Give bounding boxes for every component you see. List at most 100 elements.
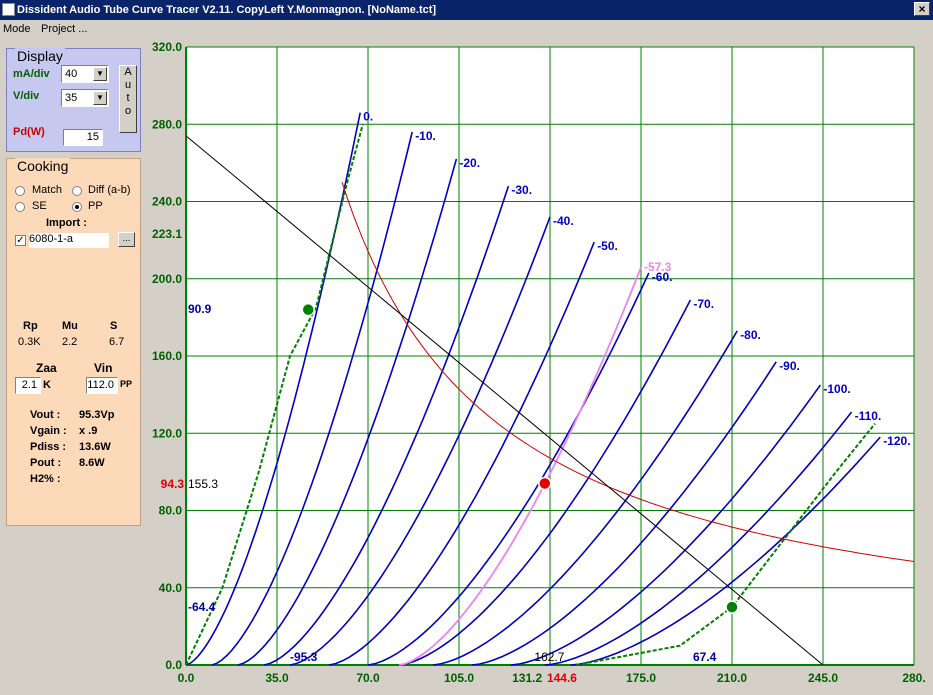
result-label: Vgain : — [30, 425, 67, 437]
auto-letter: t — [126, 92, 130, 104]
plot-area[interactable]: 0.0 40.0 80.0 120.0 160.0 200.0 223.1 240.0 280.… — [146, 38, 933, 692]
zaa-input[interactable]: 2.1 — [15, 377, 41, 394]
x-tick-label: 105.0 — [444, 671, 474, 685]
import-file[interactable]: 6080-1-a — [29, 233, 109, 248]
operating-point — [725, 600, 739, 614]
grid-curve-label: 0. — [363, 110, 373, 124]
y-tick-label: 223.1 — [152, 227, 182, 241]
import-checkbox[interactable]: ✓ — [15, 235, 26, 246]
ma-div-select[interactable]: 40 ▼ — [61, 65, 109, 83]
cooking-legend: Cooking — [15, 158, 71, 174]
s-value: 6.7 — [109, 336, 125, 348]
zaa-label: Zaa — [36, 361, 57, 375]
y-tick-label: 0.0 — [165, 658, 182, 672]
grid-curve-label: -20. — [459, 156, 480, 170]
y-tick-label: 120.0 — [152, 426, 182, 440]
radio-diff-label: Diff (a-b) — [88, 184, 131, 196]
vin-unit: PP — [120, 379, 133, 389]
result-label: Vout : — [30, 409, 61, 421]
auto-letter: A — [124, 66, 132, 78]
vin-label: Vin — [94, 361, 113, 375]
menu-mode[interactable]: Mode — [3, 23, 31, 35]
y-tick-label: 160.0 — [152, 349, 182, 363]
result-value: 13.6W — [79, 441, 111, 453]
highlight-curve-label: -57.3 — [644, 260, 672, 274]
y-tick-label: 40.0 — [159, 581, 183, 595]
annotation-label: 67.4 — [693, 650, 717, 664]
operating-point — [301, 302, 315, 317]
grid-curve-label: -40. — [553, 214, 574, 228]
annotation-label: 155.3 — [188, 477, 218, 491]
curve-chart[interactable]: 0.0 40.0 80.0 120.0 160.0 200.0 223.1 240.0 280.… — [146, 38, 933, 692]
cooking-panel: Cooking Match Diff (a-b) SE PP Import : … — [6, 158, 141, 526]
grid-curve-label: -120. — [883, 434, 910, 448]
close-button[interactable]: × — [914, 2, 930, 16]
left-panel: Display mA/div 40 ▼ V/div 35 ▼ A u t o P… — [0, 38, 146, 692]
radio-pp[interactable] — [72, 202, 82, 212]
annotation-label: -95.3 — [290, 650, 318, 664]
grid-curve-label: -70. — [693, 297, 714, 311]
browse-button[interactable]: ... — [118, 232, 135, 247]
chevron-down-icon[interactable]: ▼ — [93, 91, 107, 105]
y-tick-label: 200.0 — [152, 272, 182, 286]
grid-curve-label: -30. — [511, 183, 532, 197]
v-div-select[interactable]: 35 ▼ — [61, 89, 109, 107]
y-tick-label: 280.0 — [152, 117, 182, 131]
menu-project[interactable]: Project ... — [41, 23, 87, 35]
title-bar: Dissident Audio Tube Curve Tracer V2.11.… — [0, 0, 933, 20]
zaa-unit: K — [43, 379, 51, 391]
y-tick-label: 240.0 — [152, 195, 182, 209]
x-tick-label: 70.0 — [356, 671, 380, 685]
ma-div-value: 40 — [65, 68, 78, 80]
x-tick-label: 131.2 — [512, 671, 542, 685]
v-div-label: V/div — [13, 90, 40, 102]
radio-pp-label: PP — [88, 200, 103, 212]
result-label: H2% : — [30, 473, 61, 485]
display-panel: Display mA/div 40 ▼ V/div 35 ▼ A u t o P… — [6, 48, 141, 152]
result-value: 8.6W — [79, 457, 105, 469]
x-tick-label: 35.0 — [265, 671, 289, 685]
v-div-value: 35 — [65, 92, 78, 104]
auto-letter: o — [124, 105, 132, 117]
x-tick-label: 280. — [902, 671, 925, 685]
result-label: Pout : — [30, 457, 62, 469]
app-icon — [2, 3, 15, 16]
pd-input[interactable]: 15 — [63, 129, 103, 146]
x-tick-label: 245.0 — [808, 671, 838, 685]
annotation-label: 90.9 — [188, 302, 212, 316]
pd-label: Pd(W) — [13, 126, 45, 138]
y-tick-label: 80.0 — [159, 504, 183, 518]
grid-curve-label: -100. — [823, 382, 850, 396]
radio-se-label: SE — [32, 200, 47, 212]
menu-bar: Mode Project ... — [0, 20, 933, 38]
x-tick-label: 175.0 — [626, 671, 656, 685]
rp-value: 0.3K — [18, 336, 41, 348]
result-label: Pdiss : — [30, 441, 67, 453]
s-header: S — [110, 320, 118, 332]
mu-value: 2.2 — [62, 336, 78, 348]
chevron-down-icon[interactable]: ▼ — [93, 67, 107, 81]
rp-header: Rp — [23, 320, 38, 332]
auto-letter: u — [124, 79, 132, 91]
window-title: Dissident Audio Tube Curve Tracer V2.11.… — [17, 4, 437, 16]
y-tick-label: 320.0 — [152, 40, 182, 54]
grid-curve-label: -10. — [415, 129, 436, 143]
annotation-label: 94.3 — [161, 477, 185, 491]
x-tick-label: 210.0 — [717, 671, 747, 685]
auto-button[interactable]: A u t o — [119, 65, 137, 133]
result-value: x .9 — [79, 425, 98, 437]
operating-point — [538, 476, 552, 491]
grid-curve-label: -50. — [597, 239, 618, 253]
grid-curve-label: -80. — [740, 328, 761, 342]
radio-diff[interactable] — [72, 186, 82, 196]
radio-match-label: Match — [32, 184, 62, 196]
grid-curve-label: -110. — [855, 409, 882, 423]
vin-input[interactable]: 112.0 — [86, 377, 118, 394]
result-value: 95.3Vp — [79, 409, 115, 421]
radio-match[interactable] — [15, 186, 25, 196]
grid-curve-label: -90. — [779, 359, 800, 373]
display-legend: Display — [15, 48, 65, 64]
radio-se[interactable] — [15, 202, 25, 212]
x-tick-label: 0.0 — [178, 671, 195, 685]
annotation-label: -64.4 — [188, 600, 216, 614]
